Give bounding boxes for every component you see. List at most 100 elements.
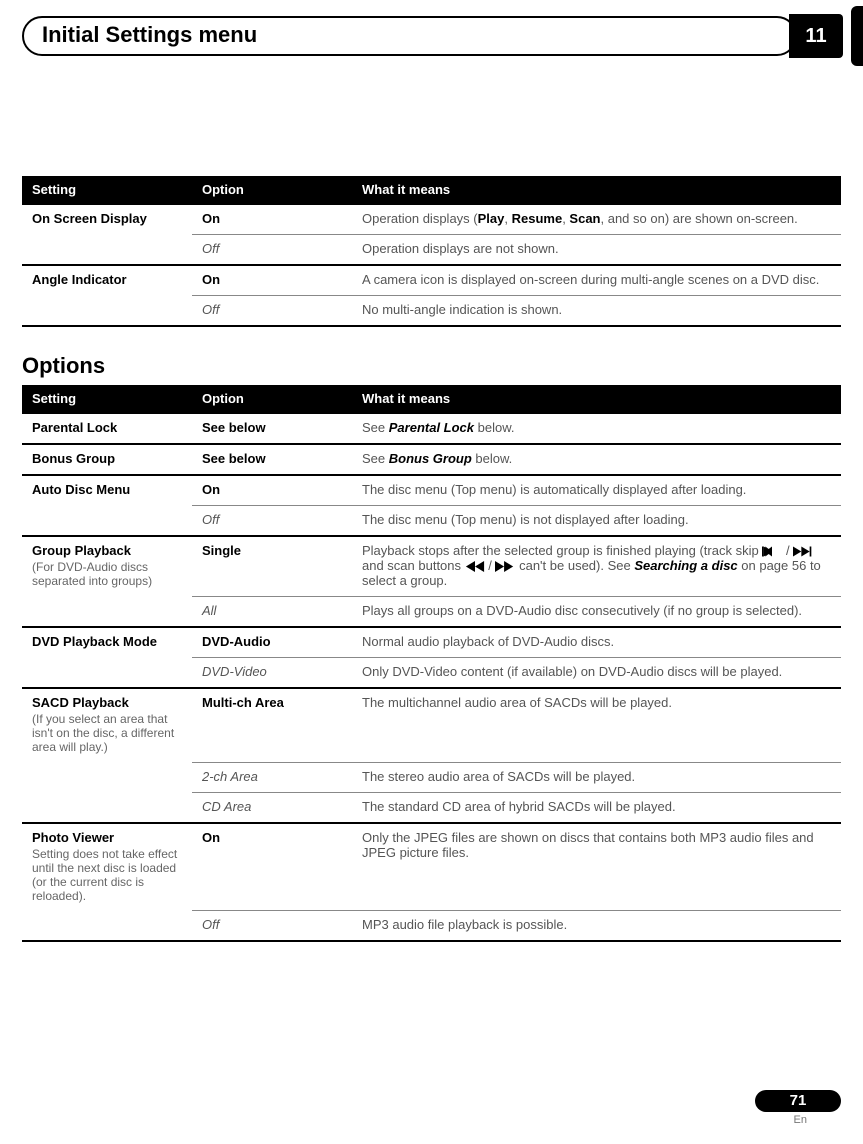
- col-header-setting: Setting: [22, 385, 192, 413]
- option-value: On: [202, 482, 220, 497]
- option-cell: DVD-Audio: [192, 627, 352, 658]
- table-row: Parental Lock See below See Parental Lock …: [22, 413, 841, 444]
- scan-fwd-icon: [495, 561, 515, 572]
- options-settings-table: Setting Option What it means Parental Lo…: [22, 385, 841, 940]
- option-value: On: [202, 272, 220, 287]
- col-header-meaning: What it means: [352, 176, 841, 204]
- meaning-cell: Operation displays are not shown.: [352, 235, 841, 266]
- meaning-cell: See Parental Lock below.: [352, 413, 841, 444]
- meaning-cell: Only DVD-Video content (if available) on…: [352, 658, 841, 689]
- table-row: All Plays all groups on a DVD-Audio disc …: [22, 597, 841, 628]
- skip-back-icon: [762, 546, 782, 557]
- option-value: On: [202, 211, 220, 226]
- col-header-meaning: What it means: [352, 385, 841, 413]
- option-cell: 2-ch Area: [192, 762, 352, 792]
- setting-name: On Screen Display: [32, 211, 147, 226]
- setting-name: Auto Disc Menu: [32, 482, 130, 497]
- setting-name: Parental Lock: [32, 420, 117, 435]
- table-row: Angle Indicator On A camera icon is displa…: [22, 265, 841, 296]
- setting-cell: On Screen Display: [22, 204, 192, 235]
- setting-cell: DVD Playback Mode: [22, 627, 192, 658]
- option-value: DVD-Video: [202, 664, 267, 679]
- table-row: DVD-Video Only DVD-Video content (if avai…: [22, 658, 841, 689]
- setting-cell: [22, 296, 192, 326]
- option-value: All: [202, 603, 216, 618]
- table-row: Bonus Group See below See Bonus Group belo…: [22, 444, 841, 475]
- meaning-cell: The disc menu (Top menu) is automaticall…: [352, 475, 841, 506]
- option-value: See below: [202, 420, 266, 435]
- table-row: OffMP3 audio file playback is possible.: [22, 911, 841, 941]
- table-row: SACD Playback(If you select an area that…: [22, 688, 841, 762]
- xref: Bonus Group: [389, 451, 472, 466]
- setting-cell: [22, 762, 192, 792]
- setting-cell: Photo Viewer Setting does not take effect…: [22, 823, 192, 911]
- meaning-cell: The stereo audio area of SACDs will be p…: [352, 762, 841, 792]
- setting-cell: Bonus Group: [22, 444, 192, 475]
- option-cell: All: [192, 597, 352, 628]
- option-cell: Off: [192, 235, 352, 266]
- scan-back-icon: [465, 561, 485, 572]
- table-row: CD AreaThe standard CD area of hybrid SA…: [22, 792, 841, 823]
- option-value: Off: [202, 917, 219, 932]
- meaning-cell: Operation displays (Play, Resume, Scan, …: [352, 204, 841, 235]
- setting-cell: [22, 506, 192, 537]
- meaning-cell: Playback stops after the selected group …: [352, 536, 841, 597]
- setting-cell: Angle Indicator: [22, 265, 192, 296]
- setting-cell: [22, 235, 192, 266]
- setting-subtext: Setting does not take effect until the n…: [32, 847, 182, 903]
- option-cell: On: [192, 823, 352, 911]
- page-title: Initial Settings menu: [22, 16, 797, 56]
- setting-cell: [22, 911, 192, 941]
- option-value: DVD-Audio: [202, 634, 271, 649]
- option-cell: Off: [192, 911, 352, 941]
- option-value: On: [202, 830, 220, 845]
- xref: Parental Lock: [389, 420, 474, 435]
- table-row: DVD Playback Mode DVD-Audio Normal audio p…: [22, 627, 841, 658]
- meaning-cell: Normal audio playback of DVD-Audio discs…: [352, 627, 841, 658]
- option-cell: CD Area: [192, 792, 352, 823]
- table-row: Group Playback (For DVD-Audio discs separ…: [22, 536, 841, 597]
- col-header-setting: Setting: [22, 176, 192, 204]
- setting-name: DVD Playback Mode: [32, 634, 157, 649]
- option-cell: See below: [192, 413, 352, 444]
- display-settings-table: Setting Option What it means On Screen D…: [22, 176, 841, 325]
- meaning-cell: The multichannel audio area of SACDs wil…: [352, 688, 841, 762]
- meaning-cell: Plays all groups on a DVD-Audio disc con…: [352, 597, 841, 628]
- table-row: OffNo multi-angle indication is shown.: [22, 296, 841, 326]
- setting-name: Group Playback: [32, 543, 131, 558]
- table-row: Photo Viewer Setting does not take effect…: [22, 823, 841, 911]
- setting-cell: Group Playback (For DVD-Audio discs separ…: [22, 536, 192, 597]
- meaning-cell: Only the JPEG files are shown on discs t…: [352, 823, 841, 911]
- option-value: Off: [202, 512, 219, 527]
- option-value: Multi-ch Area: [202, 695, 284, 710]
- tab-marker: [851, 6, 863, 66]
- setting-cell: SACD Playback(If you select an area that…: [22, 688, 192, 762]
- option-cell: Off: [192, 506, 352, 537]
- meaning-cell: The disc menu (Top menu) is not displaye…: [352, 506, 841, 537]
- setting-subtext: (If you select an area that isn't on the…: [32, 712, 182, 754]
- setting-subtext: (For DVD-Audio discs separated into grou…: [32, 560, 182, 588]
- setting-name: Bonus Group: [32, 451, 115, 466]
- setting-cell: Auto Disc Menu: [22, 475, 192, 506]
- setting-name: Photo Viewer: [32, 830, 114, 845]
- options-heading: Options: [22, 353, 841, 379]
- setting-cell: Parental Lock: [22, 413, 192, 444]
- language-code: En: [755, 1114, 807, 1126]
- col-header-option: Option: [192, 176, 352, 204]
- option-cell: Single: [192, 536, 352, 597]
- meaning-cell: The standard CD area of hybrid SACDs wil…: [352, 792, 841, 823]
- meaning-cell: See Bonus Group below.: [352, 444, 841, 475]
- setting-name: Angle Indicator: [32, 272, 127, 287]
- table-row: 2-ch AreaThe stereo audio area of SACDs …: [22, 762, 841, 792]
- option-cell: On: [192, 204, 352, 235]
- table-row: Off The disc menu (Top menu) is not displ…: [22, 506, 841, 537]
- option-cell: DVD-Video: [192, 658, 352, 689]
- setting-cell: [22, 658, 192, 689]
- option-value: See below: [202, 451, 266, 466]
- option-value: Off: [202, 241, 219, 256]
- col-header-option: Option: [192, 385, 352, 413]
- option-cell: See below: [192, 444, 352, 475]
- meaning-cell: No multi-angle indication is shown.: [352, 296, 841, 326]
- table-row: Off Operation displays are not shown.: [22, 235, 841, 266]
- meaning-cell: A camera icon is displayed on-screen dur…: [352, 265, 841, 296]
